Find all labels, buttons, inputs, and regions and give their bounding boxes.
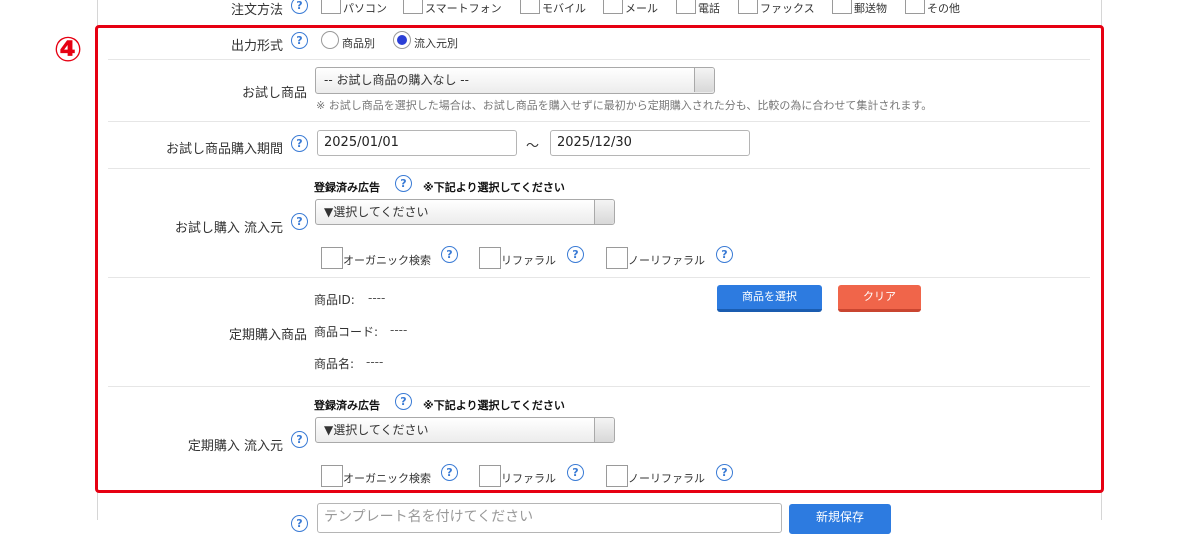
template-name-input[interactable]: テンプレート名を付けてください [317, 503, 782, 533]
subscription-source-help-icon[interactable]: ? [291, 431, 308, 448]
clear-button[interactable]: クリア [838, 285, 921, 312]
order-method-option-label: その他 [927, 2, 960, 15]
subscription-source-organic-help-icon[interactable]: ? [441, 464, 458, 481]
row-divider [108, 121, 1090, 122]
trial-source-ads-help-icon[interactable]: ? [395, 175, 412, 192]
order-method-option-label: 郵送物 [854, 2, 887, 15]
subscription-source-checkbox-label: オーガニック検索 [343, 472, 431, 485]
subscription-source-checkbox-organic[interactable] [321, 465, 343, 487]
radio-by-product[interactable] [321, 31, 339, 49]
subscription-product-label: 定期購入商品 [228, 328, 307, 343]
trial-source-checkbox-no-referral[interactable] [606, 247, 628, 269]
subscription-source-registered-ads-label: 登録済み広告 [314, 399, 380, 412]
row-divider [108, 168, 1090, 169]
order-method-checkbox-smartphone[interactable] [403, 0, 423, 14]
order-method-option-label: スマートフォン [425, 2, 502, 15]
select-arrow-icon [694, 68, 714, 92]
trial-source-label: お試し購入 流入元 [174, 221, 283, 236]
order-method-option-label: メール [625, 2, 658, 15]
trial-source-registered-ads-label: 登録済み広告 [314, 181, 380, 194]
trial-product-select[interactable]: -- お試し商品の購入なし -- [315, 67, 715, 94]
order-method-option-label: 電話 [698, 2, 720, 15]
template-help-icon[interactable]: ? [291, 515, 308, 532]
period-separator: ～ [526, 139, 540, 154]
row-divider [108, 386, 1090, 387]
order-method-help-icon[interactable]: ? [291, 0, 308, 14]
subscription-source-checkbox-label: リファラル [501, 472, 556, 485]
radio-by-product-label: 商品別 [342, 37, 375, 50]
trial-product-select-value: -- お試し商品の購入なし -- [324, 73, 469, 87]
trial-source-referral-help-icon[interactable]: ? [567, 246, 584, 263]
order-method-label: 注文方法 [230, 3, 283, 18]
product-id-value: ---- [368, 291, 386, 305]
radio-by-source-label: 流入元別 [414, 37, 458, 50]
order-method-checkbox-fax[interactable] [738, 0, 758, 14]
order-method-option-label: ファックス [760, 2, 815, 15]
select-product-button[interactable]: 商品を選択 [717, 285, 822, 312]
trial-product-note: ※ お試し商品を選択した場合は、お試し商品を購入せずに最初から定期購入された分も… [316, 99, 933, 112]
order-method-checkbox-other[interactable] [905, 0, 925, 14]
trial-source-instruction: ※下記より選択してください [423, 181, 565, 194]
output-format-label: 出力形式 [230, 39, 283, 54]
order-method-option-label: パソコン [343, 2, 387, 15]
trial-source-help-icon[interactable]: ? [291, 213, 308, 230]
order-method-checkbox-post[interactable] [832, 0, 852, 14]
subscription-source-checkbox-referral[interactable] [479, 465, 501, 487]
trial-source-no-referral-help-icon[interactable]: ? [716, 246, 733, 263]
trial-period-label: お試し商品購入期間 [165, 142, 283, 157]
subscription-source-ad-select[interactable]: ▼選択してください [315, 417, 615, 443]
product-id-label: 商品ID: [314, 293, 355, 307]
product-code-value: ---- [390, 323, 408, 337]
subscription-source-referral-help-icon[interactable]: ? [567, 464, 584, 481]
order-method-option-label: モバイル [542, 2, 586, 15]
trial-source-checkbox-referral[interactable] [479, 247, 501, 269]
order-method-checkbox-mail[interactable] [603, 0, 623, 14]
trial-source-select-value: ▼選択してください [324, 205, 429, 219]
save-new-template-button[interactable]: 新規保存 [789, 504, 891, 534]
select-arrow-icon [594, 418, 614, 442]
select-arrow-icon [594, 200, 614, 224]
trial-source-organic-help-icon[interactable]: ? [441, 246, 458, 263]
section-number-marker: ④ [53, 30, 83, 70]
row-divider [108, 277, 1090, 278]
subscription-source-ads-help-icon[interactable]: ? [395, 393, 412, 410]
order-method-checkbox-phone[interactable] [676, 0, 696, 14]
trial-period-end-input[interactable]: 2025/12/30 [550, 130, 750, 156]
radio-by-source[interactable] [393, 31, 411, 49]
trial-source-checkbox-label: ノーリファラル [628, 254, 705, 267]
trial-source-checkbox-label: オーガニック検索 [343, 254, 431, 267]
subscription-source-checkbox-label: ノーリファラル [628, 472, 705, 485]
order-method-checkbox-pc[interactable] [321, 0, 341, 14]
trial-source-checkbox-organic[interactable] [321, 247, 343, 269]
row-divider [108, 59, 1090, 60]
product-name-value: ---- [366, 355, 384, 369]
output-format-help-icon[interactable]: ? [291, 32, 308, 49]
subscription-source-select-value: ▼選択してください [324, 423, 429, 437]
trial-period-help-icon[interactable]: ? [291, 135, 308, 152]
trial-product-label: お試し商品 [241, 86, 307, 101]
subscription-source-instruction: ※下記より選択してください [423, 399, 565, 412]
trial-source-checkbox-label: リファラル [501, 254, 556, 267]
subscription-source-no-referral-help-icon[interactable]: ? [716, 464, 733, 481]
trial-source-ad-select[interactable]: ▼選択してください [315, 199, 615, 225]
subscription-source-label: 定期購入 流入元 [187, 439, 283, 454]
order-method-checkbox-mobile[interactable] [520, 0, 540, 14]
subscription-source-checkbox-no-referral[interactable] [606, 465, 628, 487]
product-name-label: 商品名: [314, 357, 355, 371]
trial-period-start-input[interactable]: 2025/01/01 [317, 130, 517, 156]
product-code-label: 商品コード: [314, 325, 379, 339]
